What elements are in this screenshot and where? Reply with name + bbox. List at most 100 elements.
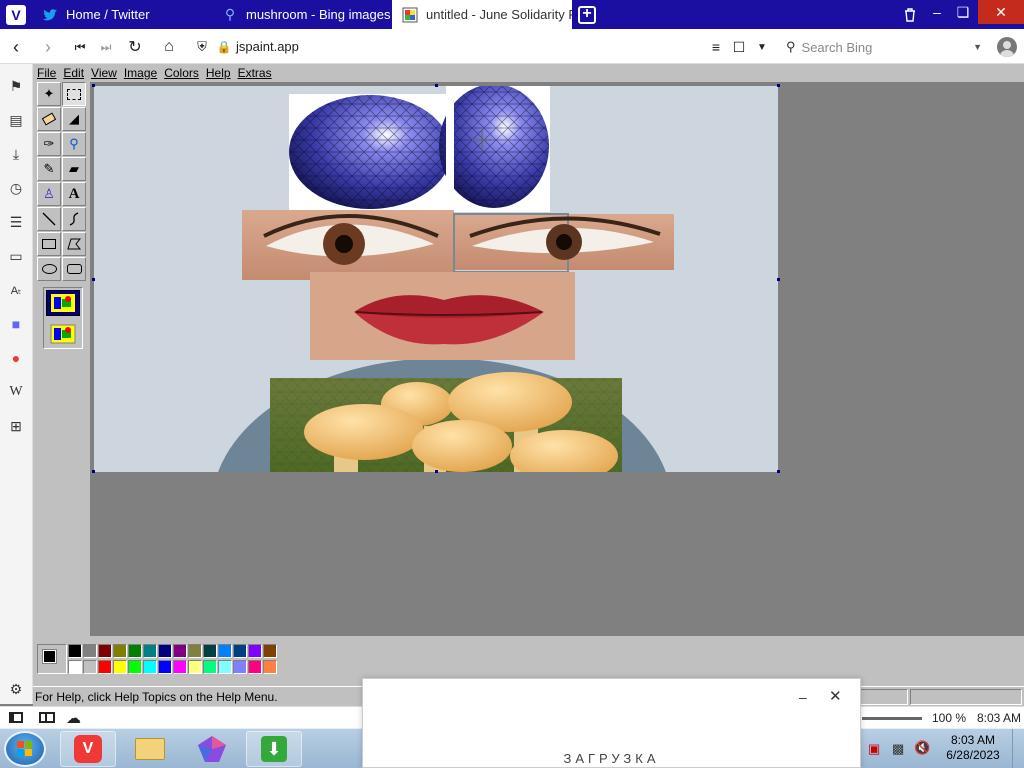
shield-icon[interactable]: ⛨ <box>192 37 212 57</box>
palette-color-swatch[interactable] <box>173 660 187 674</box>
eyedropper-icon[interactable]: ✑ <box>37 132 61 156</box>
palette-color-swatch[interactable] <box>203 660 217 674</box>
palette-color-swatch[interactable] <box>233 644 247 658</box>
taskbar-downloader[interactable]: ⬇ <box>246 731 302 767</box>
mastodon-icon[interactable]: ■ <box>7 315 25 333</box>
taskbar-app-gem[interactable] <box>184 731 240 767</box>
bookmarks-panel-icon[interactable]: ⚑ <box>7 77 25 95</box>
wikipedia-icon[interactable]: W <box>7 383 25 401</box>
current-colors-box[interactable] <box>37 644 67 674</box>
taskbar-vivaldi[interactable]: V <box>60 731 116 767</box>
search-field[interactable]: ⚲ Search Bing ▼ <box>782 34 988 60</box>
palette-color-swatch[interactable] <box>83 660 97 674</box>
polygon-tool-icon[interactable] <box>62 232 86 256</box>
transparent-selection-on-icon[interactable] <box>46 321 80 347</box>
rectangle-select-icon[interactable] <box>62 82 86 106</box>
new-tab-button[interactable]: + <box>578 6 596 24</box>
tray-volume-muted-icon[interactable]: 🔇 <box>914 740 930 756</box>
menu-file[interactable]: File <box>37 66 56 80</box>
search-engine-dropdown-icon[interactable]: ▼ <box>973 42 982 52</box>
pencil-icon[interactable]: ✎ <box>37 157 61 181</box>
show-desktop-button[interactable] <box>1012 729 1024 768</box>
resize-handle[interactable] <box>777 278 780 281</box>
palette-color-swatch[interactable] <box>248 644 262 658</box>
vivaldi-icon[interactable]: ● <box>7 349 25 367</box>
palette-color-swatch[interactable] <box>233 660 247 674</box>
resize-handle[interactable] <box>92 84 95 87</box>
history-icon[interactable]: ◷ <box>7 179 25 197</box>
taskbar-clock[interactable]: 8:03 AM 6/28/2023 <box>940 733 1006 763</box>
line-tool-icon[interactable] <box>37 207 61 231</box>
home-icon[interactable]: ⌂ <box>159 37 179 57</box>
resize-handle[interactable] <box>92 470 95 473</box>
add-panel-icon[interactable]: ⊞ <box>7 417 25 435</box>
tray-network-icon[interactable]: ▣ <box>868 741 880 757</box>
fast-forward-icon[interactable]: ⏭ <box>96 37 116 57</box>
menu-image[interactable]: Image <box>124 66 157 80</box>
tray-monitor-icon[interactable]: ▩ <box>892 741 904 757</box>
start-button[interactable] <box>4 731 46 767</box>
brush-icon[interactable]: ▰ <box>62 157 86 181</box>
fill-bucket-icon[interactable]: ◢ <box>62 107 86 131</box>
palette-color-swatch[interactable] <box>158 660 172 674</box>
palette-color-swatch[interactable] <box>143 660 157 674</box>
palette-color-swatch[interactable] <box>158 644 172 658</box>
restore-window-button[interactable]: ❏ <box>952 0 974 24</box>
dialog-minimize-button[interactable]: – <box>799 689 807 705</box>
url-field[interactable]: jspaint.app <box>236 39 299 54</box>
ellipse-tool-icon[interactable] <box>37 257 61 281</box>
resize-handle[interactable] <box>777 470 780 473</box>
drawing-canvas[interactable] <box>94 86 778 472</box>
palette-color-swatch[interactable] <box>203 644 217 658</box>
minimize-window-button[interactable]: – <box>926 0 948 24</box>
rounded-rectangle-tool-icon[interactable] <box>62 257 86 281</box>
reading-list-icon[interactable]: ▤ <box>7 111 25 129</box>
resize-handle[interactable] <box>777 84 780 87</box>
avatar[interactable] <box>997 37 1017 57</box>
palette-color-swatch[interactable] <box>113 644 127 658</box>
tab-jspaint[interactable]: untitled - June Solidarity Pa <box>392 0 572 29</box>
tab-bing-images[interactable]: ⚲ mushroom - Bing images <box>212 0 392 29</box>
resize-handle[interactable] <box>435 84 438 87</box>
menu-view[interactable]: View <box>91 66 117 80</box>
palette-color-swatch[interactable] <box>68 644 82 658</box>
palette-color-swatch[interactable] <box>173 644 187 658</box>
menu-help[interactable]: Help <box>206 66 231 80</box>
palette-color-swatch[interactable] <box>248 660 262 674</box>
zoom-level[interactable]: 100 % <box>932 711 966 725</box>
downloads-icon[interactable]: ⤓ <box>7 145 25 163</box>
reload-icon[interactable]: ↻ <box>125 37 145 57</box>
palette-color-swatch[interactable] <box>263 644 277 658</box>
chevron-down-icon[interactable]: ▼ <box>752 37 772 57</box>
palette-color-swatch[interactable] <box>143 644 157 658</box>
trash-icon[interactable] <box>899 3 921 27</box>
resize-handle[interactable] <box>92 278 95 281</box>
menu-extras[interactable]: Extras <box>238 66 272 80</box>
airbrush-icon[interactable]: ♙ <box>37 182 61 206</box>
back-icon[interactable]: ‹ <box>6 37 26 57</box>
transparent-selection-off-icon[interactable] <box>46 290 80 316</box>
forward-icon[interactable]: › <box>38 37 58 57</box>
dialog-close-button[interactable]: ✕ <box>829 687 842 705</box>
window-panel-icon[interactable]: ▭ <box>7 247 25 265</box>
palette-color-swatch[interactable] <box>128 644 142 658</box>
menu-edit[interactable]: Edit <box>63 66 84 80</box>
settings-gear-icon[interactable]: ⚙ <box>7 680 25 698</box>
palette-color-swatch[interactable] <box>83 644 97 658</box>
cloud-sync-icon[interactable]: ☁ <box>66 709 81 727</box>
menu-colors[interactable]: Colors <box>164 66 199 80</box>
tab-tiling-icon[interactable] <box>39 712 55 723</box>
magnifier-icon[interactable]: ⚲ <box>62 132 86 156</box>
palette-color-swatch[interactable] <box>68 660 82 674</box>
text-tool-icon[interactable]: A <box>62 182 86 206</box>
palette-color-swatch[interactable] <box>263 660 277 674</box>
notes-icon[interactable]: ☰ <box>7 213 25 231</box>
resize-handle[interactable] <box>435 470 438 473</box>
panel-toggle-icon[interactable] <box>9 712 23 723</box>
translate-icon[interactable]: Aₜ <box>7 281 25 299</box>
bookmark-icon[interactable]: ☐ <box>729 37 749 57</box>
palette-color-swatch[interactable] <box>218 644 232 658</box>
reader-view-icon[interactable]: ≡ <box>706 37 726 57</box>
palette-color-swatch[interactable] <box>98 660 112 674</box>
close-window-button[interactable]: ✕ <box>978 0 1024 24</box>
